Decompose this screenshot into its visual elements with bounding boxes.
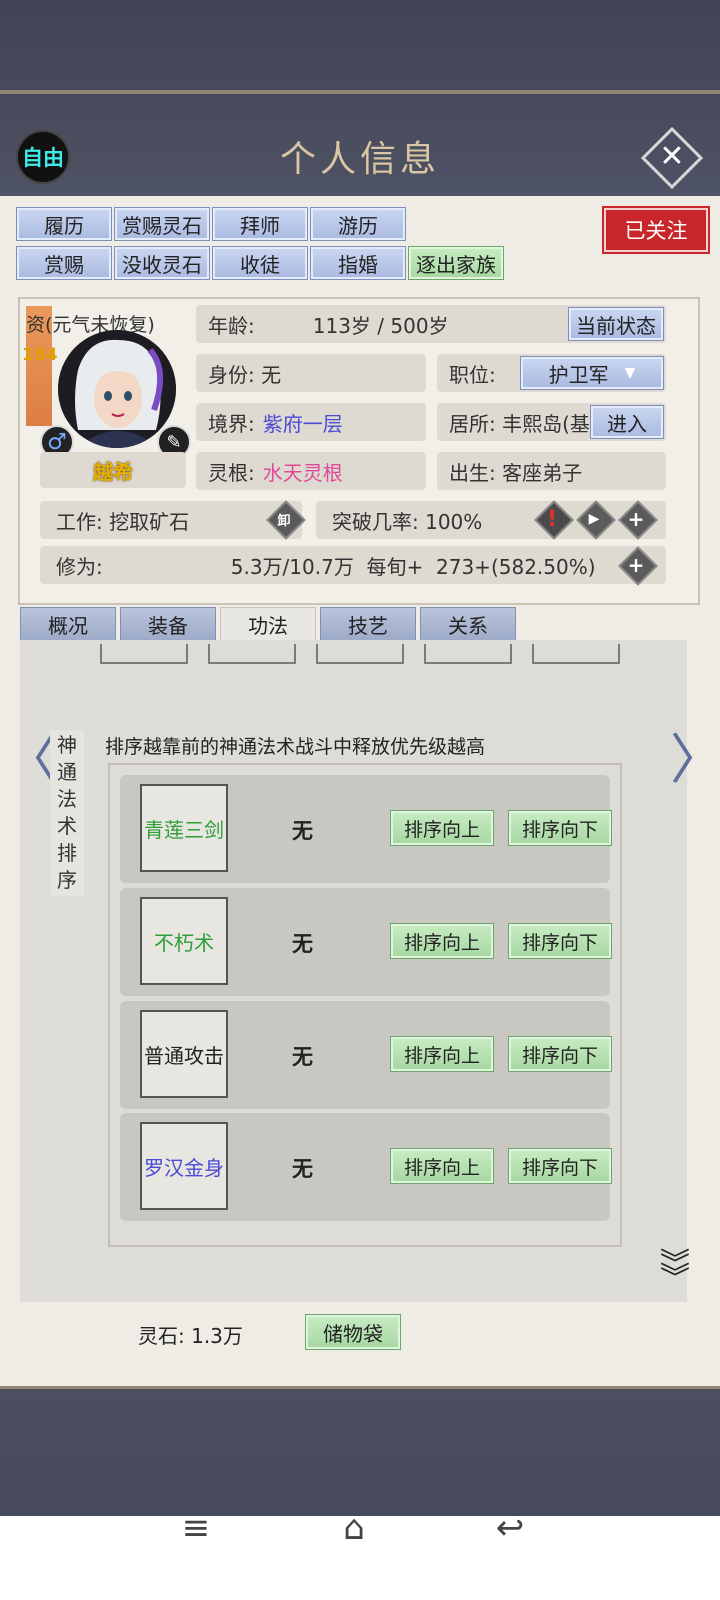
close-icon[interactable]: ✕ <box>650 134 694 178</box>
ability-row: 罗汉金身 无 排序向上 排序向下 <box>120 1113 612 1221</box>
character-name[interactable]: 越希 <box>40 452 186 488</box>
cultivation-field: 修为: 5.3万/10.7万 每旬+ 273+(582.50%) <box>40 546 666 584</box>
ability-name[interactable]: 罗汉金身 <box>140 1122 228 1210</box>
arrange-marriage-button[interactable]: 指婚 <box>310 246 406 280</box>
tab-equipment[interactable]: 装备 <box>120 607 216 641</box>
history-button[interactable]: 履历 <box>16 207 112 241</box>
move-up-button[interactable]: 排序向上 <box>390 1148 494 1184</box>
move-down-button[interactable]: 排序向下 <box>508 810 612 846</box>
ability-order-label: 神 通 法 术 排 序 <box>50 730 84 896</box>
move-up-button[interactable]: 排序向上 <box>390 1036 494 1072</box>
realm-label: 境界: <box>208 411 255 436</box>
chevron-down-icon: ▼ <box>624 365 636 381</box>
position-label: 职位: <box>449 362 496 387</box>
side-label-char: 术 <box>57 814 77 838</box>
home-icon[interactable]: ⌂ <box>324 1508 384 1548</box>
move-up-button[interactable]: 排序向上 <box>390 923 494 959</box>
reward-button[interactable]: 赏赐 <box>16 246 112 280</box>
followed-button[interactable]: 已关注 <box>604 208 708 252</box>
ability-name[interactable]: 普通攻击 <box>140 1010 228 1098</box>
ability-slot: 无 <box>292 819 313 843</box>
job-field: 工作: 挖取矿石 <box>40 501 302 539</box>
alert-icon[interactable]: ! <box>536 503 568 535</box>
spirit-root-label: 灵根: <box>208 460 255 485</box>
side-label-char: 神 <box>57 733 77 757</box>
ability-slot: 无 <box>292 1045 313 1069</box>
tab-overview[interactable]: 概况 <box>20 607 116 641</box>
side-label-char: 法 <box>57 787 77 811</box>
order-hint: 排序越靠前的神通法术战斗中释放优先级越高 <box>105 736 486 758</box>
enter-button[interactable]: 进入 <box>590 405 664 439</box>
ability-slot: 无 <box>292 1157 313 1181</box>
aptitude-value: 184 <box>22 345 58 365</box>
birth-field: 出生: 客座弟子 <box>437 452 666 490</box>
ability-row: 青莲三剑 无 排序向上 排序向下 <box>120 775 612 883</box>
realm-field: 境界: 紫府一层 <box>196 403 426 441</box>
ability-row: 普通攻击 无 排序向上 排序向下 <box>120 1001 612 1109</box>
unequip-icon[interactable]: 卸 <box>268 503 300 535</box>
position-value: 护卫军 <box>548 362 609 387</box>
chevron-right-icon[interactable]: 〉 <box>670 715 720 794</box>
expel-family-button[interactable]: 逐出家族 <box>408 246 504 280</box>
tab-relations[interactable]: 关系 <box>420 607 516 641</box>
travel-button[interactable]: 游历 <box>310 207 406 241</box>
side-label-char: 通 <box>57 760 77 784</box>
ability-row: 不朽术 无 排序向上 排序向下 <box>120 888 612 996</box>
spirit-root-value: 水天灵根 <box>262 460 343 485</box>
position-select[interactable]: 护卫军 ▼ <box>520 356 664 390</box>
cultivation-value: 5.3万/10.7万 每旬+ 273+(582.50%) <box>230 554 596 579</box>
side-label-char: 序 <box>57 868 77 892</box>
bottom-background <box>0 1386 720 1519</box>
realm-value: 紫府一层 <box>262 411 343 436</box>
age-label: 年龄: <box>208 313 255 338</box>
current-status-button[interactable]: 当前状态 <box>568 307 664 341</box>
menu-icon[interactable]: ≡ <box>166 1508 226 1548</box>
tab-techniques[interactable]: 功法 <box>220 607 316 641</box>
spirit-root-field: 灵根: 水天灵根 <box>196 452 426 490</box>
slot-stub <box>424 644 512 664</box>
avatar[interactable] <box>58 330 176 448</box>
move-down-button[interactable]: 排序向下 <box>508 1036 612 1072</box>
spirit-stones-count: 灵石: 1.3万 <box>138 1324 243 1348</box>
ability-name[interactable]: 不朽术 <box>140 897 228 985</box>
page-title: 个人信息 <box>279 139 440 180</box>
identity-field: 身份: 无 <box>196 354 426 392</box>
tab-skills[interactable]: 技艺 <box>320 607 416 641</box>
side-label-char: 排 <box>57 841 77 865</box>
age-value: 113岁 / 500岁 <box>312 313 449 338</box>
back-icon[interactable]: ↩ <box>480 1508 540 1548</box>
slot-stub <box>100 644 188 664</box>
move-up-button[interactable]: 排序向上 <box>390 810 494 846</box>
confiscate-stones-button[interactable]: 没收灵石 <box>114 246 210 280</box>
take-disciple-button[interactable]: 收徒 <box>212 246 308 280</box>
cultivation-plus-icon[interactable]: + <box>620 549 652 581</box>
free-mode-badge[interactable]: 自由 <box>16 130 70 184</box>
ability-name[interactable]: 青莲三剑 <box>140 784 228 872</box>
plus-icon[interactable]: + <box>620 503 652 535</box>
take-master-button[interactable]: 拜师 <box>212 207 308 241</box>
double-chevron-down-icon[interactable]: ︾ ︾ <box>660 1250 690 1294</box>
reward-stones-button[interactable]: 赏赐灵石 <box>114 207 210 241</box>
move-down-button[interactable]: 排序向下 <box>508 1148 612 1184</box>
play-icon[interactable]: ▶ <box>578 503 610 535</box>
storage-bag-button[interactable]: 储物袋 <box>305 1314 401 1350</box>
slot-stub <box>208 644 296 664</box>
slot-stub <box>532 644 620 664</box>
cultivation-label: 修为: <box>56 554 103 579</box>
ability-slot: 无 <box>292 932 313 956</box>
slot-stub <box>316 644 404 664</box>
move-down-button[interactable]: 排序向下 <box>508 923 612 959</box>
